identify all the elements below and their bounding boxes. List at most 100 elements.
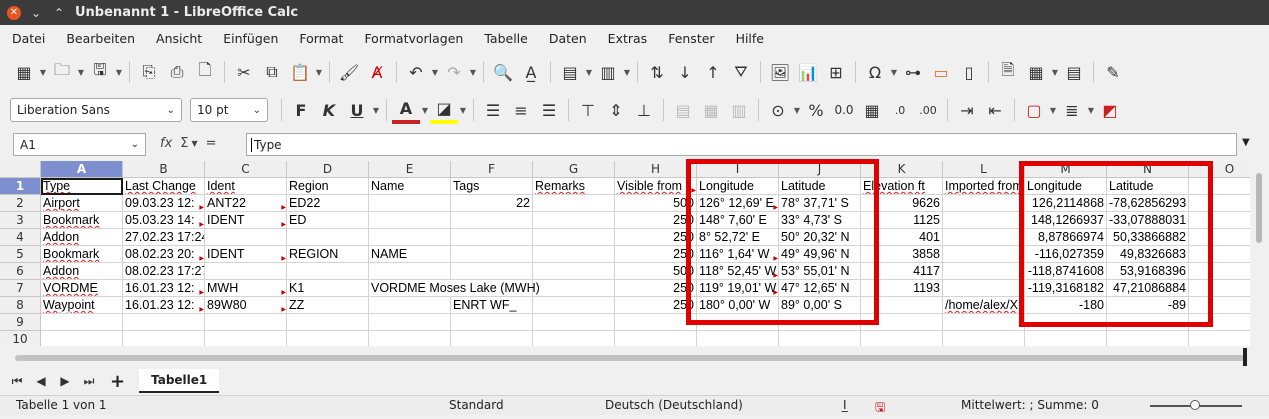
- sort-icon[interactable]: ⇅: [643, 58, 671, 86]
- cell-K3[interactable]: 1125: [861, 212, 943, 229]
- chevron-down-icon[interactable]: ▼: [192, 139, 198, 151]
- cell-C10[interactable]: [205, 331, 287, 346]
- cell-J1[interactable]: Latitude: [779, 178, 861, 195]
- column-header[interactable]: D: [287, 161, 369, 178]
- export-pdf-icon[interactable]: ⎘: [135, 58, 163, 86]
- hyperlink-icon[interactable]: ⊶: [899, 58, 927, 86]
- new-document-icon[interactable]: ▦: [10, 58, 38, 86]
- border-color-icon[interactable]: ◩: [1096, 96, 1124, 124]
- column-header[interactable]: G: [533, 161, 615, 178]
- chevron-down-icon[interactable]: ▼: [468, 68, 478, 77]
- cell-B4[interactable]: 27.02.23 17:24: [123, 229, 205, 246]
- cell-M2[interactable]: 126,2114868: [1025, 195, 1107, 212]
- cell-J6[interactable]: 53° 55,01' N: [779, 263, 861, 280]
- cell-F4[interactable]: [451, 229, 533, 246]
- cell-H3[interactable]: 250: [615, 212, 697, 229]
- add-decimal-icon[interactable]: .0: [886, 96, 914, 124]
- cell-L5[interactable]: [943, 246, 1025, 263]
- cell-N2[interactable]: -78,62856293: [1107, 195, 1189, 212]
- cell-L7[interactable]: [943, 280, 1025, 297]
- cell-J3[interactable]: 33° 4,73' S: [779, 212, 861, 229]
- cell-K2[interactable]: 9626: [861, 195, 943, 212]
- align-bottom-icon[interactable]: ⊥: [630, 96, 658, 124]
- cell-L8[interactable]: /home/alex/X: [943, 297, 1025, 314]
- cell-G6[interactable]: [533, 263, 615, 280]
- define-print-area-icon[interactable]: 🗎: [994, 58, 1022, 86]
- cell-L1[interactable]: Imported from: [943, 178, 1025, 195]
- cell-D9[interactable]: [287, 314, 369, 331]
- cell-H1[interactable]: Visible from: [615, 178, 697, 195]
- menu-datei[interactable]: Datei: [12, 31, 45, 46]
- cell-J9[interactable]: [779, 314, 861, 331]
- cell-F10[interactable]: [451, 331, 533, 346]
- cell-C2[interactable]: ANT22: [205, 195, 287, 212]
- menu-ansicht[interactable]: Ansicht: [156, 31, 202, 46]
- cell-F1[interactable]: Tags: [451, 178, 533, 195]
- row-header[interactable]: 2: [0, 195, 41, 212]
- clone-formatting-icon[interactable]: 🖌: [335, 58, 363, 86]
- row-header[interactable]: 4: [0, 229, 41, 246]
- row-header[interactable]: 7: [0, 280, 41, 297]
- row-header[interactable]: 8: [0, 297, 41, 314]
- cell-B9[interactable]: [123, 314, 205, 331]
- autofilter-icon[interactable]: ⛛: [727, 58, 755, 86]
- cell-H6[interactable]: 500: [615, 263, 697, 280]
- cell-I5[interactable]: 116° 1,64' W: [697, 246, 779, 263]
- cell-N6[interactable]: 53,9168396: [1107, 263, 1189, 280]
- delete-decimal-icon[interactable]: .00: [914, 96, 942, 124]
- column-header[interactable]: J: [779, 161, 861, 178]
- cell-O6[interactable]: [1189, 263, 1250, 280]
- close-window-icon[interactable]: ✕: [7, 5, 21, 20]
- save-icon[interactable]: 🖫: [86, 58, 114, 86]
- headers-footers-icon[interactable]: ▯: [955, 58, 983, 86]
- cell-M8[interactable]: -180: [1025, 297, 1107, 314]
- cell-A4[interactable]: Addon: [41, 229, 123, 246]
- cell-N10[interactable]: [1107, 331, 1189, 346]
- cell-F9[interactable]: [451, 314, 533, 331]
- cell-A5[interactable]: Bookmark: [41, 246, 123, 263]
- chevron-down-icon[interactable]: ▼: [1048, 106, 1058, 115]
- cell-H10[interactable]: [615, 331, 697, 346]
- cell-J4[interactable]: 50° 20,32' N: [779, 229, 861, 246]
- chevron-down-icon[interactable]: ⌄: [253, 105, 261, 116]
- chevron-down-icon[interactable]: ▼: [458, 106, 468, 115]
- cell-A9[interactable]: [41, 314, 123, 331]
- cell-G4[interactable]: [533, 229, 615, 246]
- row-header[interactable]: 9: [0, 314, 41, 331]
- chevron-down-icon[interactable]: ▼: [1050, 68, 1060, 77]
- cell-N7[interactable]: 47,21086884: [1107, 280, 1189, 297]
- cell-A1[interactable]: Type: [41, 178, 123, 195]
- cell-G8[interactable]: [533, 297, 615, 314]
- minimize-window-icon[interactable]: ⌄: [28, 6, 44, 20]
- cell-I10[interactable]: [697, 331, 779, 346]
- cell-M4[interactable]: 8,87866974: [1025, 229, 1107, 246]
- cell-E9[interactable]: [369, 314, 451, 331]
- column-header[interactable]: C: [205, 161, 287, 178]
- border-style-icon[interactable]: ≣: [1058, 96, 1086, 124]
- merge-center-icon[interactable]: ▦: [697, 96, 725, 124]
- cell-K1[interactable]: Elevation ft: [861, 178, 943, 195]
- cell-J2[interactable]: 78° 37,71' S: [779, 195, 861, 212]
- cell-E3[interactable]: [369, 212, 451, 229]
- split-window-icon[interactable]: ▤: [1060, 58, 1088, 86]
- chevron-down-icon[interactable]: ▼: [622, 68, 632, 77]
- find-replace-icon[interactable]: 🔍: [489, 58, 517, 86]
- chevron-down-icon[interactable]: ▼: [430, 68, 440, 77]
- menu-tabelle[interactable]: Tabelle: [484, 31, 528, 46]
- cell-E10[interactable]: [369, 331, 451, 346]
- cell-E6[interactable]: [369, 263, 451, 280]
- cell-A6[interactable]: Addon: [41, 263, 123, 280]
- cell-O1[interactable]: [1189, 178, 1250, 195]
- cell-I3[interactable]: 148° 7,60' E: [697, 212, 779, 229]
- menu-daten[interactable]: Daten: [549, 31, 587, 46]
- cell-A10[interactable]: [41, 331, 123, 346]
- cell-C4[interactable]: [205, 229, 287, 246]
- decrease-indent-icon[interactable]: ⇤: [981, 96, 1009, 124]
- cell-C5[interactable]: IDENT: [205, 246, 287, 263]
- font-name-combo[interactable]: Liberation Sans ⌄: [10, 98, 182, 122]
- vertical-scrollbar-thumb[interactable]: [1256, 173, 1262, 243]
- cell-M1[interactable]: Longitude: [1025, 178, 1107, 195]
- cell-G2[interactable]: [533, 195, 615, 212]
- spreadsheet-grid[interactable]: A B C D E F G H I J K L M N O 1 Type Last Change Ident Regi…: [0, 161, 1250, 346]
- chevron-down-icon[interactable]: ▼: [314, 68, 324, 77]
